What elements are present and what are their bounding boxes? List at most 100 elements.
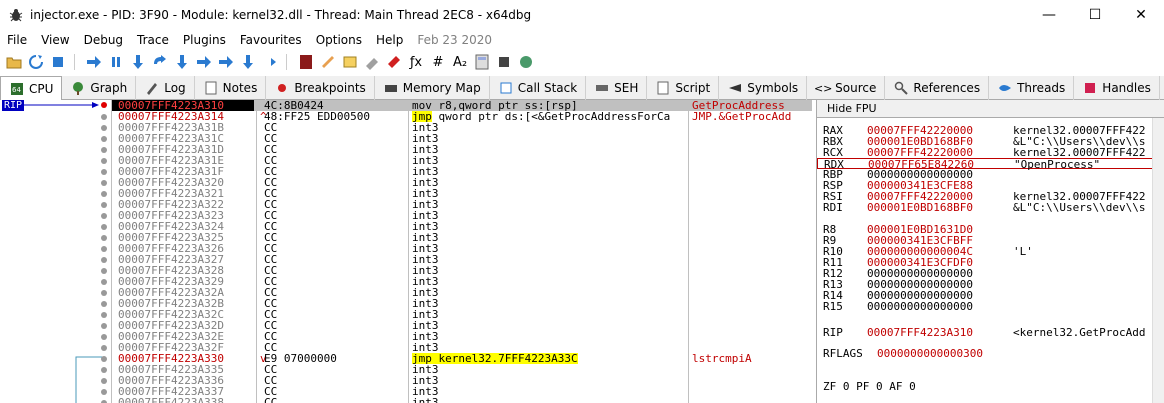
comments-icon[interactable] bbox=[340, 52, 360, 72]
tab-source[interactable]: <> Source bbox=[807, 76, 886, 100]
register-value[interactable]: 0000000000000000 bbox=[867, 301, 973, 312]
graph-icon bbox=[70, 81, 86, 95]
script-icon bbox=[655, 81, 671, 95]
calculator-icon[interactable] bbox=[472, 52, 492, 72]
tab-seh[interactable]: SEH bbox=[586, 76, 648, 100]
breakpoint-dot[interactable] bbox=[101, 202, 107, 208]
tab-handles[interactable]: Handles bbox=[1074, 76, 1160, 100]
disasm-comment: lstrcmpiA bbox=[692, 352, 752, 365]
breakpoint-dot[interactable] bbox=[101, 191, 107, 197]
breakpoint-dot[interactable] bbox=[101, 114, 107, 120]
register-row[interactable]: R15 0000000000000000 bbox=[817, 301, 1164, 312]
run-icon[interactable] bbox=[84, 52, 104, 72]
menu-view[interactable]: View bbox=[34, 33, 76, 47]
run-to-user-code-icon[interactable] bbox=[238, 52, 258, 72]
breakpoint-dot[interactable] bbox=[101, 246, 107, 252]
breakpoint-dot[interactable] bbox=[101, 268, 107, 274]
maximize-button[interactable]: ☐ bbox=[1072, 0, 1118, 30]
animate-icon[interactable] bbox=[260, 52, 280, 72]
step-over-icon[interactable] bbox=[150, 52, 170, 72]
menu-favourites[interactable]: Favourites bbox=[233, 33, 309, 47]
hash-icon[interactable]: # bbox=[428, 52, 448, 72]
functions-icon[interactable]: ƒx bbox=[406, 52, 426, 72]
open-icon[interactable] bbox=[4, 52, 24, 72]
register-value[interactable]: 000001E0BD168BF0 bbox=[867, 202, 973, 213]
tab-trace[interactable]: Tr bbox=[1160, 76, 1164, 100]
register-value[interactable]: 00007FFF4223A310 bbox=[867, 327, 973, 338]
register-row[interactable]: RIP 00007FFF4223A310 <kernel32.GetProcAdd bbox=[817, 327, 1164, 338]
tab-bar: 64 CPU Graph Log Notes Breakpoints Memory… bbox=[0, 76, 1164, 100]
scylla-icon[interactable] bbox=[296, 52, 316, 72]
register-scrollbar[interactable] bbox=[1152, 118, 1164, 403]
breakpoint-dot[interactable] bbox=[101, 224, 107, 230]
strings-icon[interactable]: A₂ bbox=[450, 52, 470, 72]
disasm-row[interactable]: 00007FFF4223A338 CC int3 bbox=[112, 397, 812, 403]
tab-script[interactable]: Script bbox=[647, 76, 720, 100]
restart-icon[interactable] bbox=[26, 52, 46, 72]
pause-icon[interactable] bbox=[106, 52, 126, 72]
disasm-bytes: CC bbox=[264, 396, 278, 403]
menu-help[interactable]: Help bbox=[369, 33, 410, 47]
tab-breakpoints[interactable]: Breakpoints bbox=[266, 76, 375, 100]
tab-log[interactable]: Log bbox=[136, 76, 195, 100]
patch-icon[interactable] bbox=[318, 52, 338, 72]
breakpoint-dot[interactable] bbox=[101, 257, 107, 263]
tab-graph[interactable]: Graph bbox=[62, 76, 137, 100]
breakpoint-dot[interactable] bbox=[101, 169, 107, 175]
source-icon: <> bbox=[813, 81, 833, 95]
labels-icon[interactable] bbox=[362, 52, 382, 72]
trace-into-icon[interactable] bbox=[172, 52, 192, 72]
register-comment: kernel32.00007FFF422 bbox=[1013, 146, 1146, 159]
breakpoint-dot[interactable] bbox=[101, 125, 107, 131]
breakpoint-dot[interactable] bbox=[101, 158, 107, 164]
breakpoint-dot[interactable] bbox=[101, 367, 107, 373]
bookmarks-icon[interactable] bbox=[384, 52, 404, 72]
minimize-button[interactable]: — bbox=[1026, 0, 1072, 30]
breakpoint-dot[interactable] bbox=[101, 301, 107, 307]
close-button[interactable]: ✕ bbox=[1118, 0, 1164, 30]
tab-references[interactable]: References bbox=[885, 76, 990, 100]
tab-label: Breakpoints bbox=[294, 81, 366, 95]
stop-icon[interactable] bbox=[48, 52, 68, 72]
register-row[interactable]: RFLAGS 0000000000000300 bbox=[817, 348, 1164, 359]
tab-memory-map[interactable]: Memory Map bbox=[375, 76, 490, 100]
hide-fpu-button[interactable]: Hide FPU bbox=[817, 100, 1164, 118]
register-value[interactable]: 0000000000000300 bbox=[877, 348, 983, 359]
breakpoint-dot[interactable] bbox=[101, 147, 107, 153]
step-into-icon[interactable] bbox=[128, 52, 148, 72]
menu-plugins[interactable]: Plugins bbox=[176, 33, 233, 47]
disassembly-view[interactable]: RIP 00007FFF4223A310 4C:8B0424 mov r8,qwor… bbox=[0, 100, 812, 403]
tab-label: Script bbox=[675, 81, 711, 95]
tab-cpu[interactable]: 64 CPU bbox=[0, 76, 63, 100]
register-row[interactable]: RCX 00007FFF42220000 kernel32.00007FFF422 bbox=[817, 147, 1164, 158]
breakpoint-dot[interactable] bbox=[101, 213, 107, 219]
breakpoint-dot[interactable] bbox=[101, 378, 107, 384]
breakpoint-dot[interactable] bbox=[101, 345, 107, 351]
tab-call-stack[interactable]: Call Stack bbox=[490, 76, 587, 100]
breakpoint-dot[interactable] bbox=[101, 290, 107, 296]
menu-options[interactable]: Options bbox=[309, 33, 369, 47]
tab-label: Symbols bbox=[747, 81, 799, 95]
tab-symbols[interactable]: Symbols bbox=[719, 76, 808, 100]
breakpoint-dot[interactable] bbox=[101, 323, 107, 329]
trace-over-icon[interactable] bbox=[194, 52, 214, 72]
menu-trace[interactable]: Trace bbox=[130, 33, 176, 47]
breakpoint-dot[interactable] bbox=[101, 312, 107, 318]
execute-till-return-icon[interactable] bbox=[216, 52, 236, 72]
menu-file[interactable]: File bbox=[0, 33, 34, 47]
memory-chip-icon[interactable] bbox=[494, 52, 514, 72]
register-row[interactable]: RDI 000001E0BD168BF0 &L"C:\\Users\\dev\\s bbox=[817, 202, 1164, 213]
tab-notes[interactable]: Notes bbox=[195, 76, 267, 100]
bug-icon bbox=[8, 7, 24, 23]
breakpoint-dot[interactable] bbox=[101, 356, 107, 362]
tab-threads[interactable]: Threads bbox=[989, 76, 1075, 100]
breakpoint-dot[interactable] bbox=[101, 334, 107, 340]
globe-icon[interactable] bbox=[516, 52, 536, 72]
register-value[interactable]: 00007FFF42220000 bbox=[867, 147, 973, 158]
breakpoint-dot[interactable] bbox=[101, 235, 107, 241]
breakpoint-dot[interactable] bbox=[101, 389, 107, 395]
breakpoint-dot[interactable] bbox=[101, 136, 107, 142]
menu-debug[interactable]: Debug bbox=[77, 33, 130, 47]
breakpoint-dot[interactable] bbox=[101, 279, 107, 285]
breakpoint-dot[interactable] bbox=[101, 180, 107, 186]
